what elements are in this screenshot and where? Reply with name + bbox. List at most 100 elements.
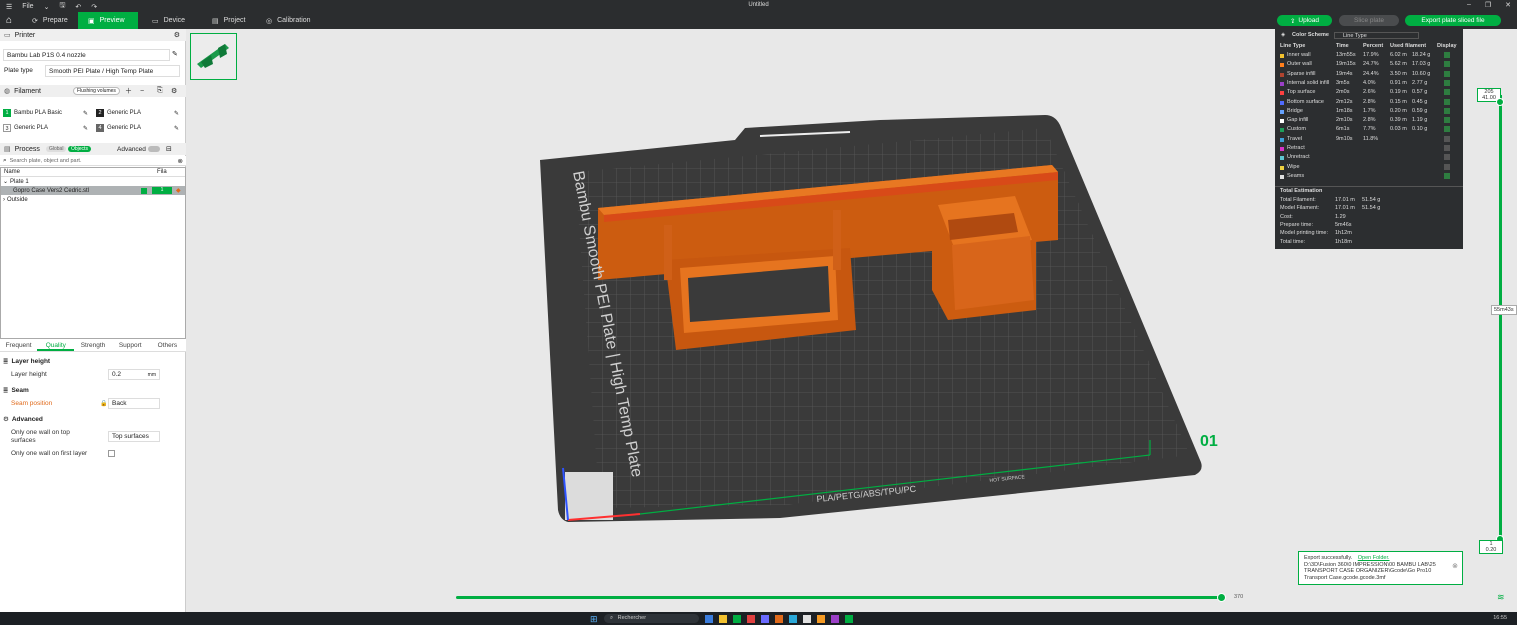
- display-checkbox[interactable]: [1444, 61, 1450, 68]
- total-b: 51.54 g: [1362, 205, 1381, 212]
- add-icon[interactable]: ＋: [125, 86, 132, 96]
- taskbar-apps: [705, 615, 853, 623]
- legend-len: 0.15 m: [1390, 98, 1407, 105]
- display-checkbox[interactable]: [1444, 79, 1450, 86]
- printer-select[interactable]: Bambu Lab P1S 0.4 nozzle: [3, 49, 170, 61]
- app-icon[interactable]: [761, 615, 769, 623]
- display-checkbox[interactable]: [1444, 135, 1450, 142]
- total-label: Model Filament:: [1280, 205, 1320, 212]
- line-type-swatch: [1280, 81, 1284, 86]
- advanced-switch[interactable]: [148, 146, 160, 152]
- display-checkbox[interactable]: [1444, 107, 1450, 114]
- tab-strength[interactable]: Strength: [74, 339, 111, 351]
- legend-name: Custom: [1287, 126, 1306, 133]
- layer-slider[interactable]: [1499, 95, 1502, 540]
- close-icon[interactable]: ✕: [1505, 1, 1511, 9]
- remove-icon[interactable]: −: [140, 88, 144, 95]
- settings-icon[interactable]: ⚙: [171, 87, 177, 95]
- edit-icon[interactable]: ✎: [83, 125, 88, 132]
- display-checkbox[interactable]: [1444, 89, 1450, 96]
- close-icon[interactable]: ⊗: [1452, 563, 1458, 571]
- color-scheme-select[interactable]: Line Type: [1334, 32, 1419, 39]
- tab-prepare[interactable]: ⟳ Prepare: [22, 12, 78, 29]
- tab-device[interactable]: ▭ Device: [142, 12, 196, 29]
- flushing-volumes-button[interactable]: Flushing volumes: [73, 87, 120, 95]
- tab-project[interactable]: ▤ Project: [202, 12, 256, 29]
- export-sliced-button[interactable]: Export plate sliced file: [1405, 15, 1501, 26]
- outside-row[interactable]: › Outside: [1, 195, 185, 204]
- edit-icon[interactable]: ✎: [174, 125, 179, 132]
- home-icon[interactable]: ⌂: [0, 12, 18, 29]
- display-checkbox[interactable]: [1444, 126, 1450, 133]
- layer-height-input[interactable]: 0.2 mm: [108, 369, 160, 380]
- filament-swatch: 1: [3, 109, 11, 117]
- app-icon[interactable]: [719, 615, 727, 623]
- clear-icon[interactable]: ⊗: [178, 157, 183, 165]
- upload-button[interactable]: ⇪ Upload: [1277, 15, 1332, 26]
- tab-support[interactable]: Support: [112, 339, 149, 351]
- gear-icon[interactable]: ⚙: [174, 31, 180, 39]
- plate-type-select[interactable]: Smooth PEI Plate / High Temp Plate: [45, 65, 180, 77]
- advanced-group: ⚙ Advanced: [3, 415, 43, 424]
- lock-icon[interactable]: 🔒: [100, 400, 107, 407]
- display-checkbox[interactable]: [1444, 145, 1450, 151]
- windows-start-icon[interactable]: ⊞: [590, 614, 598, 625]
- slice-plate-button[interactable]: Slice plate: [1339, 15, 1399, 26]
- app-icon[interactable]: [775, 615, 783, 623]
- tab-calibration[interactable]: ◎ Calibration: [256, 12, 326, 29]
- legend-row: Bridge 1m18s 1.7% 0.20 m 0.59 g: [1275, 107, 1463, 116]
- app-icon[interactable]: [747, 615, 755, 623]
- edit-icon[interactable]: ✎: [83, 110, 88, 117]
- sync-icon[interactable]: ⎘: [157, 87, 163, 95]
- display-checkbox[interactable]: [1444, 52, 1450, 58]
- legend-name: Inner wall: [1287, 52, 1311, 58]
- tab-preview[interactable]: ▣ Preview: [78, 12, 138, 29]
- filament-slot-2[interactable]: 2 Generic PLA: [96, 109, 141, 117]
- seam-position-select[interactable]: Back: [108, 398, 160, 409]
- tab-frequent[interactable]: Frequent: [0, 339, 37, 351]
- app-icon[interactable]: [789, 615, 797, 623]
- maximize-icon[interactable]: ❐: [1485, 1, 1491, 9]
- minimize-icon[interactable]: –: [1467, 1, 1471, 9]
- app-icon[interactable]: [831, 615, 839, 623]
- plate-row[interactable]: ⌄ Plate 1: [1, 177, 185, 186]
- edit-icon[interactable]: ✎: [172, 50, 178, 58]
- top-wall-select[interactable]: Top surfaces: [108, 431, 160, 442]
- chevron-right-icon: ›: [3, 196, 5, 203]
- objects-toggle[interactable]: Objects: [68, 146, 91, 152]
- tab-quality[interactable]: Quality: [37, 339, 75, 351]
- layers-icon[interactable]: ≋: [1497, 592, 1505, 603]
- move-slider[interactable]: [456, 596, 1222, 599]
- display-checkbox[interactable]: [1444, 98, 1450, 105]
- open-folder-link[interactable]: Open Folder.: [1358, 555, 1390, 561]
- first-layer-wall-checkbox[interactable]: [108, 450, 115, 457]
- display-checkbox[interactable]: [1444, 70, 1450, 77]
- object-search-input[interactable]: ⌕ Search plate, object and part. ⊗: [0, 156, 186, 166]
- global-toggle[interactable]: Global: [46, 146, 67, 152]
- object-row[interactable]: Gopro Case Vers2 Cedric.stl 1 ◆: [1, 186, 185, 195]
- display-checkbox[interactable]: [1444, 172, 1450, 179]
- app-icon[interactable]: [845, 615, 853, 623]
- app-icon[interactable]: [733, 615, 741, 623]
- plate-thumbnail[interactable]: [190, 33, 237, 80]
- check-icon[interactable]: [141, 187, 147, 194]
- edit-icon[interactable]: ✎: [174, 110, 179, 117]
- compare-icon[interactable]: ⊟: [166, 145, 172, 153]
- app-icon[interactable]: [705, 615, 713, 623]
- settings-tabs: Frequent Quality Strength Support Others: [0, 339, 186, 352]
- tab-others[interactable]: Others: [149, 339, 186, 351]
- move-slider-handle[interactable]: [1217, 593, 1226, 602]
- layer-top-handle[interactable]: [1496, 98, 1504, 106]
- filament-slot-3[interactable]: 3 Generic PLA: [3, 124, 48, 132]
- object-filament-badge[interactable]: 1: [152, 187, 172, 194]
- taskbar-search[interactable]: ⌕ Rechercher: [604, 614, 699, 623]
- display-checkbox[interactable]: [1444, 117, 1450, 124]
- app-icon[interactable]: [817, 615, 825, 623]
- display-checkbox[interactable]: [1444, 163, 1450, 170]
- filament-slot-4[interactable]: 4 Generic PLA: [96, 124, 141, 132]
- legend-wt: 0.45 g: [1412, 98, 1428, 105]
- legend-row: Retract: [1275, 144, 1463, 153]
- app-icon[interactable]: [803, 615, 811, 623]
- filament-slot-1[interactable]: 1 Bambu PLA Basic: [3, 109, 62, 117]
- display-checkbox[interactable]: [1444, 154, 1450, 161]
